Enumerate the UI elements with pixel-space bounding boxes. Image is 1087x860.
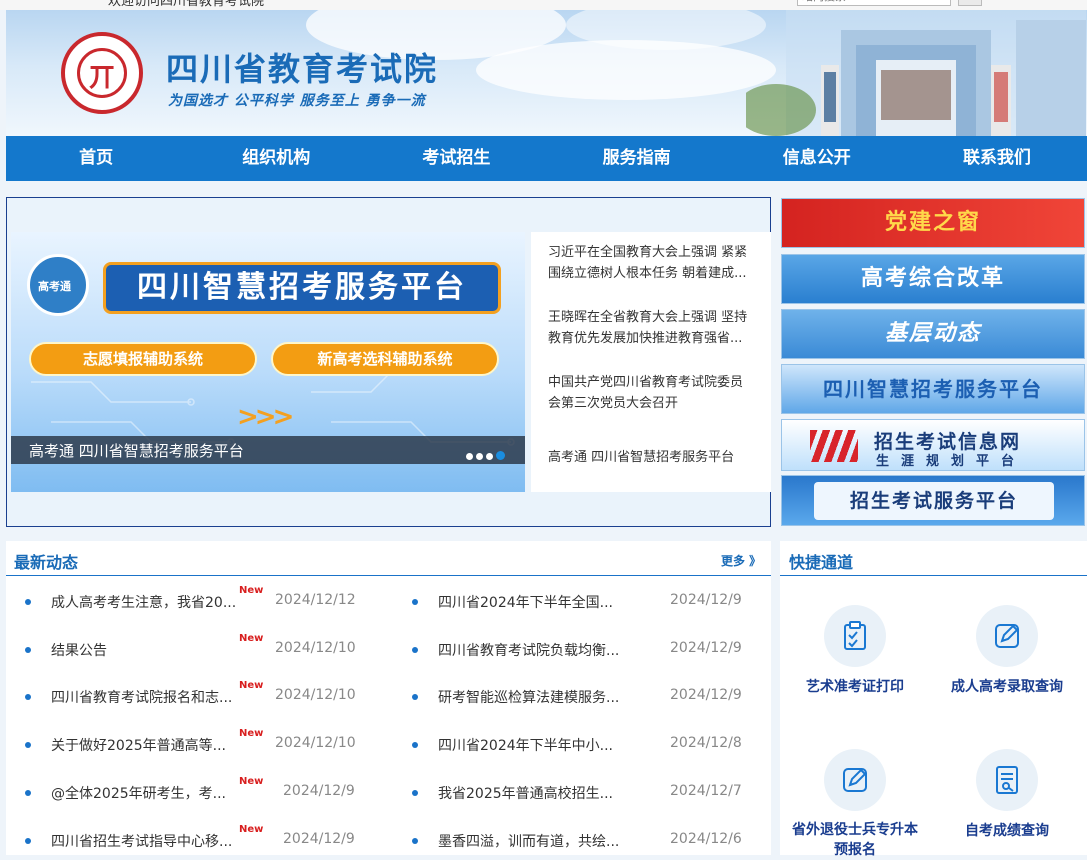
bullet-icon bbox=[25, 742, 31, 748]
nav-exams[interactable]: 考试招生 bbox=[366, 136, 546, 181]
nav-home[interactable]: 首页 bbox=[6, 136, 186, 181]
edit-pen-icon bbox=[824, 749, 886, 811]
news-header: 最新动态 更多 》 bbox=[6, 541, 771, 576]
search-button[interactable]: 搜 bbox=[958, 0, 982, 6]
building-illustration bbox=[746, 10, 1086, 136]
new-badge: New bbox=[239, 728, 264, 739]
news-title: 最新动态 bbox=[14, 553, 79, 572]
carousel-slide[interactable]: 高考通 四川智慧招考服务平台 志愿填报辅助系统 新高考选科辅助系统 >>> 高考… bbox=[11, 232, 525, 492]
headline-item[interactable]: 习近平在全国教育大会上强调 紧紧 围绕立德树人根本任务 朝着建成... bbox=[548, 242, 770, 284]
news-item[interactable]: 四川省教育考试院报名和志... New 2024/12/10 bbox=[25, 680, 365, 707]
carousel-dot[interactable] bbox=[466, 453, 473, 460]
carousel-dot[interactable] bbox=[476, 453, 483, 460]
quick-art-admission-print[interactable]: 艺术准考证打印 bbox=[780, 605, 930, 705]
arrows-icon: >>> bbox=[237, 402, 294, 432]
nav-service-guide[interactable]: 服务指南 bbox=[547, 136, 727, 181]
volunteer-system-button[interactable]: 志愿填报辅助系统 bbox=[29, 342, 257, 376]
carousel-caption[interactable]: 高考通 四川省智慧招考服务平台 bbox=[29, 440, 244, 461]
site-title: 四川省教育考试院 bbox=[166, 50, 439, 88]
news-item[interactable]: 四川省招生考试指导中心移... New 2024/12/9 bbox=[25, 824, 365, 851]
stripes-logo-icon bbox=[810, 430, 858, 462]
bullet-icon bbox=[412, 838, 418, 844]
exam-service-platform-banner[interactable]: 招生考试服务平台 bbox=[781, 475, 1085, 526]
bullet-icon bbox=[412, 694, 418, 700]
carousel-dots bbox=[463, 445, 505, 464]
clipboard-check-icon bbox=[824, 605, 886, 667]
headline-list: 习近平在全国教育大会上强调 紧紧 围绕立德树人根本任务 朝着建成... 王晓晖在全… bbox=[531, 232, 771, 492]
news-item[interactable]: 结果公告 New 2024/12/10 bbox=[25, 633, 365, 660]
institute-logo-seal[interactable]: 丌 bbox=[61, 32, 143, 114]
quick-veteran-upgrade-prereg[interactable]: 省外退役士兵专升本 预报名 bbox=[780, 749, 930, 858]
carousel-dot[interactable] bbox=[486, 453, 493, 460]
bullet-icon bbox=[412, 647, 418, 653]
site-slogan: 为国选才 公平科学 服务至上 勇争一流 bbox=[168, 93, 426, 109]
news-item[interactable]: @全体2025年研考生，考... New 2024/12/9 bbox=[25, 776, 365, 803]
nav-organization[interactable]: 组织机构 bbox=[186, 136, 366, 181]
top-strip: 欢迎访问四川省教育考试院 搜 bbox=[0, 0, 1087, 10]
new-badge: New bbox=[239, 585, 264, 596]
new-badge: New bbox=[239, 776, 264, 787]
news-item[interactable]: 研考智能巡检算法建模服务... 2024/12/9 bbox=[412, 687, 752, 707]
main-nav: 首页 组织机构 考试招生 服务指南 信息公开 联系我们 bbox=[6, 136, 1087, 181]
grassroots-news-banner[interactable]: 基层动态 bbox=[781, 309, 1085, 359]
bullet-icon bbox=[25, 790, 31, 796]
more-link[interactable]: 更多 》 bbox=[721, 552, 761, 569]
bullet-icon bbox=[25, 647, 31, 653]
quick-title: 快捷通道 bbox=[789, 553, 854, 572]
bullet-icon bbox=[25, 838, 31, 844]
news-item[interactable]: 我省2025年普通高校招生... 2024/12/7 bbox=[412, 783, 752, 803]
smart-exam-platform-banner[interactable]: 四川智慧招考服务平台 bbox=[781, 364, 1085, 414]
carousel-dot-active[interactable] bbox=[496, 451, 505, 460]
headline-item[interactable]: 中国共产党四川省教育考试院委员 会第三次党员大会召开 bbox=[548, 372, 770, 414]
news-item[interactable]: 墨香四溢，训而有道，共绘... 2024/12/6 bbox=[412, 831, 752, 851]
edit-pen-icon bbox=[976, 605, 1038, 667]
party-window-banner[interactable]: 党建之窗 bbox=[781, 198, 1085, 248]
exam-info-net-banner[interactable]: 招生考试信息网 生涯规划平台 bbox=[781, 419, 1085, 471]
news-item[interactable]: 四川省2024年下半年全国... 2024/12/9 bbox=[412, 592, 752, 612]
platform-title: 四川智慧招考服务平台 bbox=[103, 262, 501, 314]
quick-adult-admission-query[interactable]: 成人高考录取查询 bbox=[932, 605, 1082, 705]
quick-access-panel: 快捷通道 艺术准考证打印 成人高考录取查询 省外退役士兵专升本 预报名 自考成绩… bbox=[780, 541, 1087, 858]
news-item[interactable]: 关于做好2025年普通高等... New 2024/12/10 bbox=[25, 728, 365, 755]
bullet-icon bbox=[25, 599, 31, 605]
quick-header: 快捷通道 bbox=[780, 541, 1087, 576]
news-item[interactable]: 四川省2024年下半年中小... 2024/12/8 bbox=[412, 735, 752, 755]
news-item[interactable]: 成人高考考生注意，我省20... New 2024/12/12 bbox=[25, 585, 365, 612]
new-badge: New bbox=[239, 824, 264, 835]
headline-item[interactable]: 高考通 四川省智慧招考服务平台 bbox=[548, 447, 770, 468]
nav-contact[interactable]: 联系我们 bbox=[907, 136, 1087, 181]
hero-section: 高考通 四川智慧招考服务平台 志愿填报辅助系统 新高考选科辅助系统 >>> 高考… bbox=[6, 197, 771, 527]
bullet-icon bbox=[412, 742, 418, 748]
bullet-icon bbox=[412, 790, 418, 796]
nav-info-disclosure[interactable]: 信息公开 bbox=[727, 136, 907, 181]
site-search-input[interactable] bbox=[797, 0, 951, 6]
welcome-text: 欢迎访问四川省教育考试院 bbox=[108, 0, 265, 9]
gaokao-reform-banner[interactable]: 高考综合改革 bbox=[781, 254, 1085, 304]
subject-selection-button[interactable]: 新高考选科辅助系统 bbox=[271, 342, 499, 376]
latest-news-panel: 最新动态 更多 》 成人高考考生注意，我省20... New 2024/12/12… bbox=[6, 541, 771, 855]
new-badge: New bbox=[239, 680, 264, 691]
quick-self-exam-score-query[interactable]: 自考成绩查询 bbox=[932, 749, 1082, 849]
site-banner: 丌 四川省教育考试院 为国选才 公平科学 服务至上 勇争一流 bbox=[6, 10, 1087, 136]
headline-item[interactable]: 王晓晖在全省教育大会上强调 坚持 教育优先发展加快推进教育强省... bbox=[548, 307, 770, 349]
bullet-icon bbox=[412, 599, 418, 605]
document-search-icon bbox=[976, 749, 1038, 811]
bullet-icon bbox=[25, 694, 31, 700]
carousel-caption-bar: 高考通 四川省智慧招考服务平台 bbox=[11, 436, 525, 464]
gaokaotong-logo: 高考通 bbox=[27, 254, 89, 316]
news-item[interactable]: 四川省教育考试院负载均衡... 2024/12/9 bbox=[412, 640, 752, 660]
new-badge: New bbox=[239, 633, 264, 644]
